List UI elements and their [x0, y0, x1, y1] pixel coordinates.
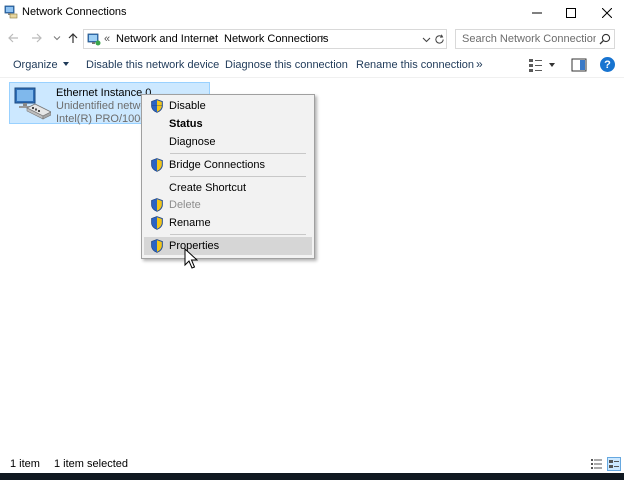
- menu-item-diagnose[interactable]: Diagnose: [144, 133, 312, 151]
- status-bar: 1 item 1 item selected: [0, 455, 624, 473]
- menu-item-disable[interactable]: Disable: [144, 97, 312, 115]
- maximize-button[interactable]: [553, 0, 589, 26]
- chevron-down-icon: [53, 36, 61, 41]
- control-panel-icon: [87, 33, 101, 46]
- window-title: Network Connections: [22, 6, 127, 18]
- arrow-left-icon: [8, 33, 18, 43]
- close-button[interactable]: [589, 0, 624, 26]
- address-dropdown-button[interactable]: [420, 33, 432, 45]
- back-button[interactable]: [6, 31, 20, 45]
- menu-item-label: Delete: [169, 199, 201, 211]
- menu-item-properties[interactable]: Properties: [144, 237, 312, 255]
- arrow-up-icon: [68, 33, 78, 43]
- menu-separator: [170, 176, 306, 177]
- menu-item-delete[interactable]: Delete: [144, 196, 312, 214]
- breadcrumb-separator[interactable]: ›: [321, 32, 325, 44]
- arrow-right-icon: [32, 33, 42, 43]
- more-commands-button[interactable]: »: [476, 57, 483, 71]
- disable-device-button[interactable]: Disable this network device: [86, 59, 219, 71]
- details-view-icon[interactable]: [590, 457, 604, 471]
- uac-shield-icon: [151, 216, 163, 230]
- breadcrumb-network-and-internet[interactable]: Network and Internet: [116, 33, 218, 45]
- refresh-button[interactable]: [432, 32, 446, 46]
- breadcrumb-overflow[interactable]: «: [104, 33, 110, 45]
- connection-name: Ethernet Instance 0: [56, 87, 152, 99]
- close-icon: [602, 8, 612, 18]
- network-adapter-icon: [14, 87, 51, 120]
- help-icon[interactable]: ?: [600, 57, 615, 72]
- chevron-down-icon: [422, 37, 430, 42]
- organize-menu-button[interactable]: Organize: [13, 59, 69, 71]
- organize-label: Organize: [13, 59, 58, 71]
- network-connections-icon: [4, 5, 18, 19]
- menu-item-label: Bridge Connections: [169, 159, 266, 171]
- context-menu: Disable Status Diagnose Bridge Connectio…: [141, 94, 315, 259]
- caret-down-icon: [62, 62, 69, 66]
- address-bar[interactable]: « Network and Internet › Network Connect…: [83, 29, 447, 49]
- selection-count: 1 item selected: [54, 458, 128, 470]
- maximize-icon: [566, 8, 576, 18]
- menu-item-label: Diagnose: [169, 136, 216, 148]
- menu-separator: [170, 234, 306, 235]
- diagnose-connection-button[interactable]: Diagnose this connection: [225, 59, 348, 71]
- navigation-bar: « Network and Internet › Network Connect…: [0, 26, 624, 52]
- uac-shield-icon: [151, 198, 163, 212]
- breadcrumb-network-connections[interactable]: Network Connections: [224, 33, 329, 45]
- menu-item-label: Disable: [169, 100, 206, 112]
- search-input[interactable]: [456, 30, 596, 48]
- preview-pane-icon[interactable]: [571, 57, 587, 73]
- up-button[interactable]: [66, 31, 80, 45]
- search-box[interactable]: [455, 29, 615, 49]
- taskbar: [0, 473, 624, 480]
- breadcrumb-separator[interactable]: ›: [210, 32, 214, 44]
- view-options-dropdown-icon[interactable]: [549, 63, 555, 67]
- item-count: 1 item: [10, 458, 40, 470]
- menu-item-create-shortcut[interactable]: Create Shortcut: [144, 179, 312, 197]
- uac-shield-icon: [151, 158, 163, 172]
- rename-connection-button[interactable]: Rename this connection: [356, 59, 474, 71]
- menu-separator: [170, 153, 306, 154]
- uac-shield-icon: [151, 99, 163, 113]
- menu-item-label: Create Shortcut: [169, 182, 247, 194]
- uac-shield-icon: [151, 239, 163, 253]
- menu-item-bridge-connections[interactable]: Bridge Connections: [144, 156, 312, 174]
- recent-locations-button[interactable]: [50, 31, 64, 45]
- menu-item-status[interactable]: Status: [144, 115, 312, 133]
- menu-item-label: Rename: [169, 217, 211, 229]
- refresh-icon: [434, 33, 444, 44]
- menu-item-label: Status: [169, 118, 203, 130]
- change-view-icon[interactable]: [528, 57, 544, 73]
- minimize-button[interactable]: [519, 0, 555, 26]
- tiles-view-icon[interactable]: [607, 457, 621, 471]
- menu-item-rename[interactable]: Rename: [144, 214, 312, 232]
- title-bar: Network Connections: [0, 0, 624, 26]
- minimize-icon: [532, 12, 542, 14]
- command-bar: Organize Disable this network device Dia…: [0, 52, 624, 78]
- forward-button[interactable]: [30, 31, 44, 45]
- search-icon[interactable]: [599, 33, 611, 45]
- mouse-pointer-icon: [184, 248, 198, 269]
